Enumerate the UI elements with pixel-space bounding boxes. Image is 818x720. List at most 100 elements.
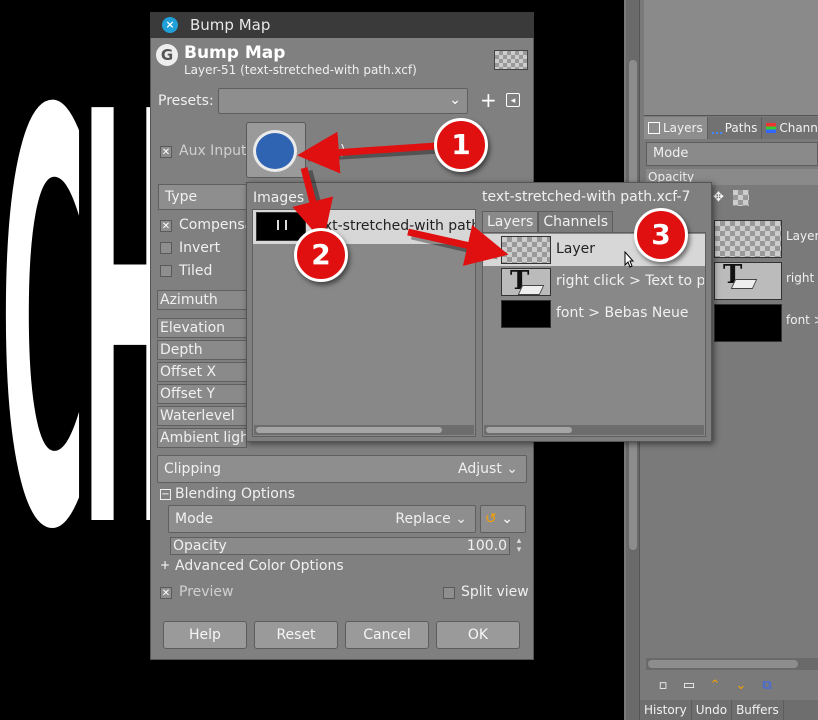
dock-top-panel — [644, 0, 818, 116]
dock-tab-bar: Layers Paths Channel — [644, 117, 818, 139]
list-item[interactable]: Layer — [712, 216, 818, 260]
offset-y-slider[interactable]: Offset Y — [157, 384, 247, 404]
invert-checkbox[interactable] — [160, 242, 172, 254]
tiled-label: Tiled — [179, 263, 213, 279]
new-group-icon[interactable]: ▭ — [682, 679, 696, 693]
images-header: Images — [253, 190, 305, 206]
window-title: Bump Map — [190, 16, 271, 34]
layer-thumbnail: T — [501, 266, 551, 296]
composite-mode-combo[interactable]: ↺ ⌄ — [480, 505, 526, 533]
layer-thumbnail — [714, 304, 782, 342]
step-badge-2: 2 — [294, 228, 348, 282]
presets-menu-icon[interactable]: ◂ — [506, 93, 520, 107]
list-item[interactable]: T right c — [712, 258, 818, 302]
opacity-spinner-icon[interactable]: ▴ ▾ — [512, 537, 526, 555]
tiled-checkbox[interactable] — [160, 265, 172, 277]
image-thumbnail — [256, 212, 306, 241]
preview-checkbox[interactable]: ✕ — [160, 587, 172, 599]
close-icon[interactable]: × — [162, 17, 178, 33]
waterlevel-slider[interactable]: Waterlevel — [157, 406, 247, 426]
add-preset-icon[interactable]: + — [480, 90, 497, 110]
layer-thumbnail — [714, 220, 782, 258]
tab-layers[interactable]: Layers — [482, 211, 539, 233]
aux-input-checkbox[interactable]: ✕ — [160, 146, 172, 158]
tab-channels[interactable]: Channels — [538, 211, 614, 233]
aux-input-button[interactable] — [246, 122, 306, 178]
dock-tab-layers[interactable]: Layers — [644, 117, 708, 139]
canvas-text: CH — [0, 0, 179, 655]
expand-icon[interactable]: + — [160, 559, 171, 571]
dock-tab-paths[interactable]: Paths — [708, 117, 763, 139]
elevation-slider[interactable]: Elevation — [157, 318, 247, 338]
clipping-combo[interactable]: Clipping Adjust ⌄ — [157, 455, 527, 483]
dialog-subtitle: Layer-51 (text-stretched-with path.xcf) — [184, 63, 417, 77]
step-badge-1: 1 — [434, 118, 488, 172]
new-layer-icon[interactable]: ▫ — [656, 679, 670, 693]
type-combo[interactable]: Type — [158, 184, 248, 210]
preview-label: Preview — [179, 584, 234, 600]
layers-scrollbar[interactable] — [484, 425, 704, 435]
advanced-color-options-label[interactable]: Advanced Color Options — [175, 558, 344, 574]
split-view-checkbox[interactable] — [443, 587, 455, 599]
raise-icon[interactable]: ⌃ — [708, 679, 722, 693]
title-bar: × Bump Map — [150, 12, 534, 38]
dock-hscrollbar[interactable] — [646, 658, 818, 670]
dock-layer-list: Layer T right c font > — [712, 212, 818, 652]
aux-input-label: Aux Input — [179, 143, 247, 159]
paths-icon — [711, 122, 722, 134]
dock-mode-combo[interactable]: Mode — [646, 142, 818, 166]
presets-label: Presets: — [158, 93, 214, 109]
presets-combo[interactable]: ⌄ — [218, 88, 468, 114]
clipping-value: Adjust ⌄ — [458, 461, 518, 477]
dock-tab-channels[interactable]: Channel — [762, 117, 818, 139]
alpha-lock-icon[interactable] — [733, 190, 749, 206]
chain-icon[interactable]: ✥ — [713, 190, 729, 206]
dock-tab-undo[interactable]: Undo — [692, 700, 733, 720]
ambient-slider[interactable]: Ambient ligh — [157, 428, 247, 448]
layer-row[interactable]: T right click > Text to path — [483, 266, 705, 298]
dock-tab-history[interactable]: History — [640, 700, 692, 720]
layer-thumbnail — [501, 300, 551, 328]
depth-slider[interactable]: Depth — [157, 340, 247, 360]
channels-icon — [766, 123, 777, 133]
layers-icon — [648, 122, 660, 134]
list-item[interactable]: font > — [712, 300, 818, 344]
ok-button[interactable]: OK — [436, 621, 520, 649]
duplicate-icon[interactable]: ⧉ — [760, 679, 774, 693]
invert-label: Invert — [179, 240, 221, 256]
compensate-checkbox[interactable]: ✕ — [160, 220, 172, 232]
opacity-slider[interactable]: Opacity 100.0 — [170, 537, 510, 555]
gimp-logo-icon: G — [156, 44, 178, 66]
azimuth-slider[interactable]: Azimuth — [157, 290, 247, 310]
aux-swatch — [253, 130, 297, 172]
lower-icon[interactable]: ⌄ — [734, 679, 748, 693]
split-view-label: Split view — [461, 584, 529, 600]
images-scrollbar[interactable] — [254, 425, 474, 435]
aux-input-suffix: ) — [340, 143, 346, 159]
layer-row[interactable]: font > Bebas Neue — [483, 298, 705, 330]
reset-button[interactable]: Reset — [254, 621, 338, 649]
dock-bottom-tab-bar: History Undo Buffers — [640, 700, 818, 720]
chevron-down-icon: ⌄ — [449, 92, 461, 108]
collapse-icon[interactable]: − — [160, 489, 171, 500]
dock-tab-buffers[interactable]: Buffers — [732, 700, 784, 720]
mode-combo[interactable]: Mode Replace ⌄ — [168, 505, 476, 533]
cancel-button[interactable]: Cancel — [345, 621, 429, 649]
document-title: text-stretched-with path.xcf-7 — [482, 189, 691, 205]
clipping-label: Clipping — [164, 461, 221, 477]
step-badge-3: 3 — [634, 208, 688, 262]
mode-value: Replace ⌄ — [395, 511, 467, 527]
layer-thumbnail — [501, 236, 551, 264]
dialog-heading: Bump Map — [184, 43, 286, 63]
offset-x-slider[interactable]: Offset X — [157, 362, 247, 382]
compensate-label: Compensa — [179, 217, 254, 233]
mode-label: Mode — [175, 511, 214, 527]
opacity-value: 100.0 — [466, 538, 507, 554]
help-button[interactable]: Help — [163, 621, 247, 649]
layer-thumbnail: T — [714, 260, 782, 300]
dock-toolbar: ▫ ▭ ⌃ ⌄ ⧉ — [646, 674, 818, 698]
layer-preview-thumbnail — [494, 50, 528, 70]
opacity-label: Opacity — [173, 538, 227, 554]
mouse-cursor-icon — [624, 251, 634, 268]
blending-options-label[interactable]: Blending Options — [175, 486, 295, 502]
